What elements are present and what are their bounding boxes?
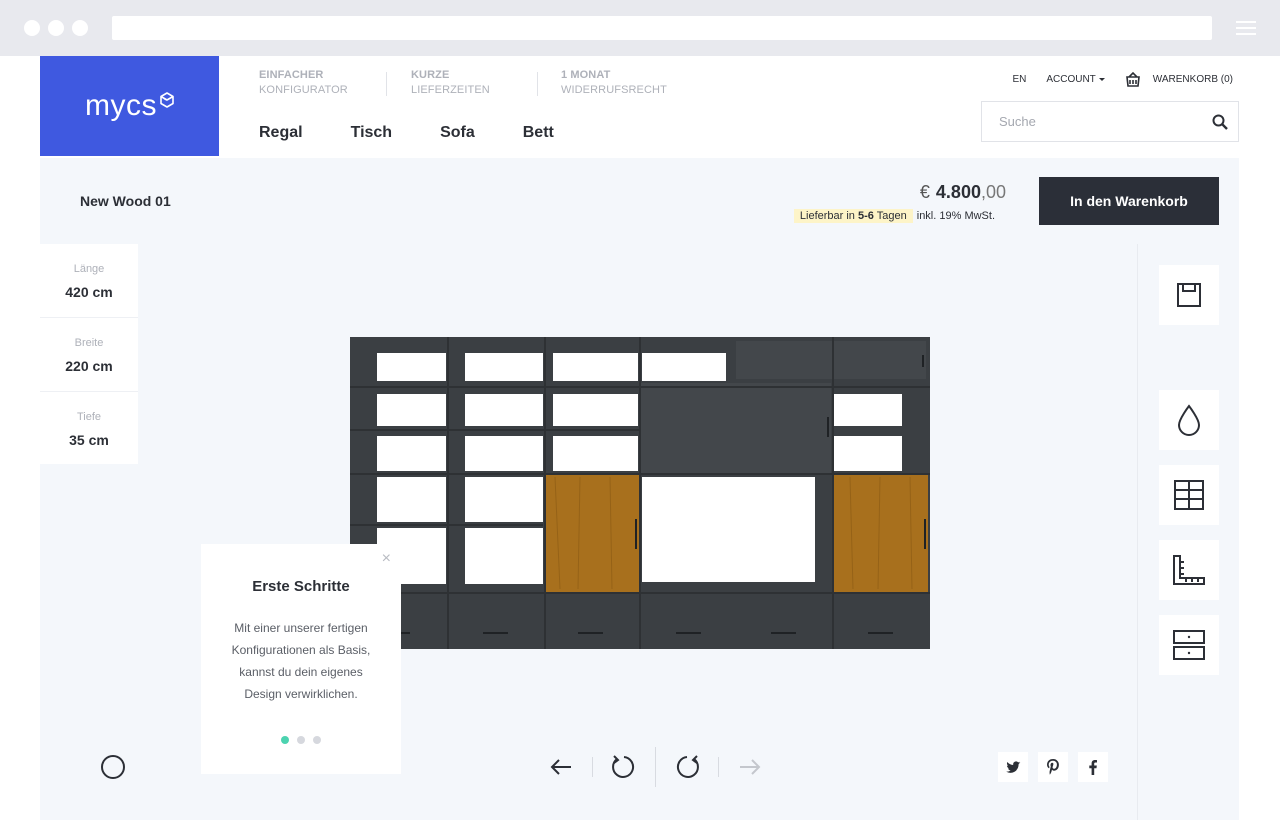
account-bar: EN ACCOUNT WARENKORB (0) xyxy=(992,72,1233,87)
caret-down-icon xyxy=(1098,78,1105,81)
color-drop-icon xyxy=(1177,404,1201,436)
product-price: €4.800,00 xyxy=(920,182,1006,203)
pinterest-button[interactable] xyxy=(1038,752,1068,782)
dimension-depth[interactable]: Tiefe 35 cm xyxy=(40,392,138,464)
dimension-label: Länge xyxy=(73,263,105,275)
save-icon xyxy=(1177,283,1201,307)
step-dot[interactable] xyxy=(297,736,305,744)
shelf-preview[interactable] xyxy=(350,337,930,649)
ruler-icon xyxy=(1173,555,1205,585)
arrow-left-icon xyxy=(550,759,571,775)
usp-title: 1 MONAT xyxy=(561,69,611,81)
nav-item-regal[interactable]: Regal xyxy=(259,124,303,142)
save-button[interactable] xyxy=(1159,265,1219,325)
step-dot-active[interactable] xyxy=(281,736,289,744)
delivery-days: 5-6 xyxy=(858,210,874,222)
dimension-value: 35 cm xyxy=(69,432,109,448)
back-button[interactable] xyxy=(530,747,592,787)
usp-subtitle: LIEFERZEITEN xyxy=(411,84,490,96)
rotate-right-icon xyxy=(676,755,699,778)
account-menu[interactable]: ACCOUNT xyxy=(1046,74,1105,85)
basket-icon xyxy=(1125,72,1140,87)
currency-symbol: € xyxy=(919,182,930,202)
facebook-button[interactable] xyxy=(1078,752,1108,782)
drawer-icon xyxy=(1173,630,1205,660)
browser-chrome xyxy=(0,0,1280,56)
dimension-label: Breite xyxy=(74,337,104,349)
tooltip-title: Erste Schritte xyxy=(252,578,350,595)
arrow-right-icon xyxy=(740,759,761,775)
circle-icon[interactable] xyxy=(101,755,125,779)
pinterest-icon xyxy=(1047,759,1059,775)
forward-button[interactable] xyxy=(719,747,781,787)
dimension-width[interactable]: Breite 220 cm xyxy=(40,318,138,392)
dimension-value: 420 cm xyxy=(65,284,113,300)
drawer-button[interactable] xyxy=(1159,615,1219,675)
tooltip-pagination xyxy=(201,736,401,744)
delivery-suffix: Tagen xyxy=(876,210,907,222)
usp-subtitle: KONFIGURATOR xyxy=(259,84,348,96)
dimension-length[interactable]: Länge 420 cm xyxy=(40,244,138,318)
window-minimize-dot[interactable] xyxy=(48,20,64,36)
facebook-icon xyxy=(1089,759,1097,775)
tool-column xyxy=(1137,244,1239,820)
grid-icon xyxy=(1174,480,1204,510)
view-controls xyxy=(530,747,781,787)
usp-subtitle: WIDERRUFSRECHT xyxy=(561,84,667,96)
cart-link[interactable]: WARENKORB (0) xyxy=(1125,72,1233,87)
rotate-left-button[interactable] xyxy=(593,747,655,787)
configurator-stage: Länge 420 cm Breite 220 cm Tiefe 35 cm ×… xyxy=(40,244,1239,820)
search-box xyxy=(981,101,1239,142)
usp-divider xyxy=(537,72,538,96)
product-bar: New Wood 01 €4.800,00 Lieferbar in 5-6 T… xyxy=(40,158,1239,244)
product-name: New Wood 01 xyxy=(80,193,171,209)
add-to-cart-button[interactable]: In den Warenkorb xyxy=(1039,177,1219,225)
rotate-left-icon xyxy=(612,755,635,778)
tooltip-body: Mit einer unserer fertigen Konfiguration… xyxy=(231,621,371,701)
usp-title: EINFACHER xyxy=(259,69,324,81)
dimension-label: Tiefe xyxy=(76,411,102,423)
cart-label: WARENKORB (0) xyxy=(1152,74,1233,85)
usp-return: 1 MONAT WIDERRUFSRECHT xyxy=(561,68,667,98)
main-nav: Regal Tisch Sofa Bett xyxy=(259,124,602,142)
browser-menu-icon[interactable] xyxy=(1236,21,1256,35)
dimensions-button[interactable] xyxy=(1159,540,1219,600)
twitter-icon xyxy=(1005,760,1020,773)
window-close-dot[interactable] xyxy=(24,20,40,36)
search-input[interactable] xyxy=(999,114,1212,129)
delivery-badge: Lieferbar in 5-6 Tagen xyxy=(793,209,913,223)
price-main: 4.800 xyxy=(935,182,981,202)
nav-item-bett[interactable]: Bett xyxy=(523,124,554,142)
nav-item-sofa[interactable]: Sofa xyxy=(440,124,475,142)
search-icon[interactable] xyxy=(1212,114,1228,130)
logo-text: mycs xyxy=(85,89,157,122)
close-icon[interactable]: × xyxy=(382,550,391,568)
usp-configurator: EINFACHER KONFIGURATOR xyxy=(259,68,348,98)
price-cents: ,00 xyxy=(980,182,1006,202)
usp-title: KURZE xyxy=(411,69,450,81)
address-bar[interactable] xyxy=(112,16,1212,40)
delivery-prefix: Lieferbar in xyxy=(799,210,855,222)
logo[interactable]: mycs xyxy=(40,56,219,156)
onboarding-tooltip: × Erste Schritte Mit einer unserer ferti… xyxy=(201,544,401,774)
window-maximize-dot[interactable] xyxy=(72,20,88,36)
delivery-info: Lieferbar in 5-6 Tagen inkl. 19% MwSt. xyxy=(793,209,995,223)
color-button[interactable] xyxy=(1159,390,1219,450)
layout-button[interactable] xyxy=(1159,465,1219,525)
dimension-value: 220 cm xyxy=(65,358,113,374)
account-label: ACCOUNT xyxy=(1046,74,1096,85)
dimension-panel: Länge 420 cm Breite 220 cm Tiefe 35 cm xyxy=(40,244,138,464)
usp-delivery: KURZE LIEFERZEITEN xyxy=(411,68,490,98)
nav-item-tisch[interactable]: Tisch xyxy=(351,124,393,142)
language-switch[interactable]: EN xyxy=(1012,74,1026,85)
usp-divider xyxy=(386,72,387,96)
vat-note: inkl. 19% MwSt. xyxy=(916,210,995,222)
twitter-button[interactable] xyxy=(998,752,1028,782)
rotate-right-button[interactable] xyxy=(656,747,718,787)
step-dot[interactable] xyxy=(313,736,321,744)
logo-box-icon xyxy=(160,92,174,108)
